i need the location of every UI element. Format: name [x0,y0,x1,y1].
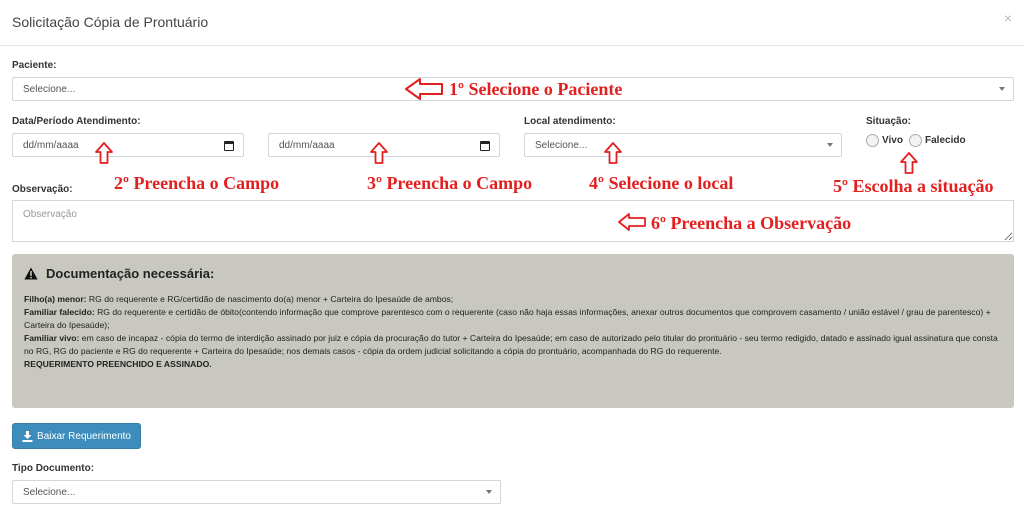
up-arrow-icon [900,152,918,174]
doc-item: Familiar falecido: RG do requerente e ce… [24,306,1002,332]
modal-title: Solicitação Cópia de Prontuário [12,14,209,30]
local-select-value: Selecione... [535,139,588,151]
doc-item-label: Filho(a) menor: [24,294,87,304]
doc-item-text: RG do requerente e certidão de óbito(con… [24,307,991,330]
calendar-icon[interactable] [224,141,234,151]
download-icon [22,430,33,442]
warning-icon [24,267,38,280]
radio-circle[interactable] [866,134,879,147]
annotation-step-2: 2º Preencha o Campo [114,173,280,193]
observacao-label: Observação: [12,184,73,195]
doc-footer-text: REQUERIMENTO PREENCHIDO E ASSINADO. [24,359,212,369]
situacao-label: Situação: [866,116,912,127]
tipo-documento-value: Selecione... [23,486,76,498]
data-inicio-input[interactable]: dd/mm/aaaa [12,133,244,157]
radio-falecido[interactable]: Falecido [909,134,966,147]
left-arrow-icon [405,78,443,100]
annotation-step-1: 1º Selecione o Paciente [449,79,623,99]
doc-item: Filho(a) menor: RG do requerente e RG/ce… [24,293,1002,306]
left-arrow-icon [618,213,646,231]
up-arrow-icon [95,142,113,164]
up-arrow-icon [370,142,388,164]
documentacao-title: Documentação necessária: [46,266,215,281]
doc-item: Familiar vivo: em caso de incapaz - cópi… [24,332,1002,358]
annotation-step-4: 4º Selecione o local [589,173,734,193]
annotation-step-6: 6º Preencha a Observação [651,213,852,233]
annotation-step-5: 5º Escolha a situação [833,176,994,196]
tipo-documento-label: Tipo Documento: [12,463,95,474]
doc-item-text: em caso de incapaz - cópia do termo de i… [24,333,998,356]
chevron-down-icon [827,143,833,147]
radio-falecido-label: Falecido [925,135,966,146]
paciente-label: Paciente: [12,60,57,71]
doc-item-text: RG do requerente e RG/certidão de nascim… [86,294,454,304]
radio-vivo[interactable]: Vivo [866,134,903,147]
doc-footer: REQUERIMENTO PREENCHIDO E ASSINADO. [24,358,1002,371]
documentacao-body: Filho(a) menor: RG do requerente e RG/ce… [24,293,1002,371]
tipo-documento-select[interactable]: Selecione... [12,480,501,504]
local-label: Local atendimento: [524,116,616,127]
radio-vivo-label: Vivo [882,135,903,146]
baixar-requerimento-label: Baixar Requerimento [37,430,131,442]
documentacao-box: Documentação necessária: Filho(a) menor:… [12,254,1014,408]
radio-circle[interactable] [909,134,922,147]
local-select[interactable]: Selecione... [524,133,842,157]
chevron-down-icon [999,87,1005,91]
data-fim-placeholder: dd/mm/aaaa [279,139,335,151]
paciente-select-value: Selecione... [23,83,76,95]
close-icon[interactable]: × [1004,10,1012,26]
calendar-icon[interactable] [480,141,490,151]
doc-item-label: Familiar vivo: [24,333,80,343]
chevron-down-icon [486,490,492,494]
up-arrow-icon [604,142,622,164]
doc-item-label: Familiar falecido: [24,307,95,317]
data-inicio-placeholder: dd/mm/aaaa [23,139,79,151]
observacao-textarea[interactable] [12,200,1014,242]
modal-header: Solicitação Cópia de Prontuário × [0,0,1024,46]
annotation-step-3: 3º Preencha o Campo [367,173,533,193]
data-atendimento-label: Data/Período Atendimento: [12,116,141,127]
documentacao-header: Documentação necessária: [24,266,1002,281]
baixar-requerimento-button[interactable]: Baixar Requerimento [12,423,141,449]
